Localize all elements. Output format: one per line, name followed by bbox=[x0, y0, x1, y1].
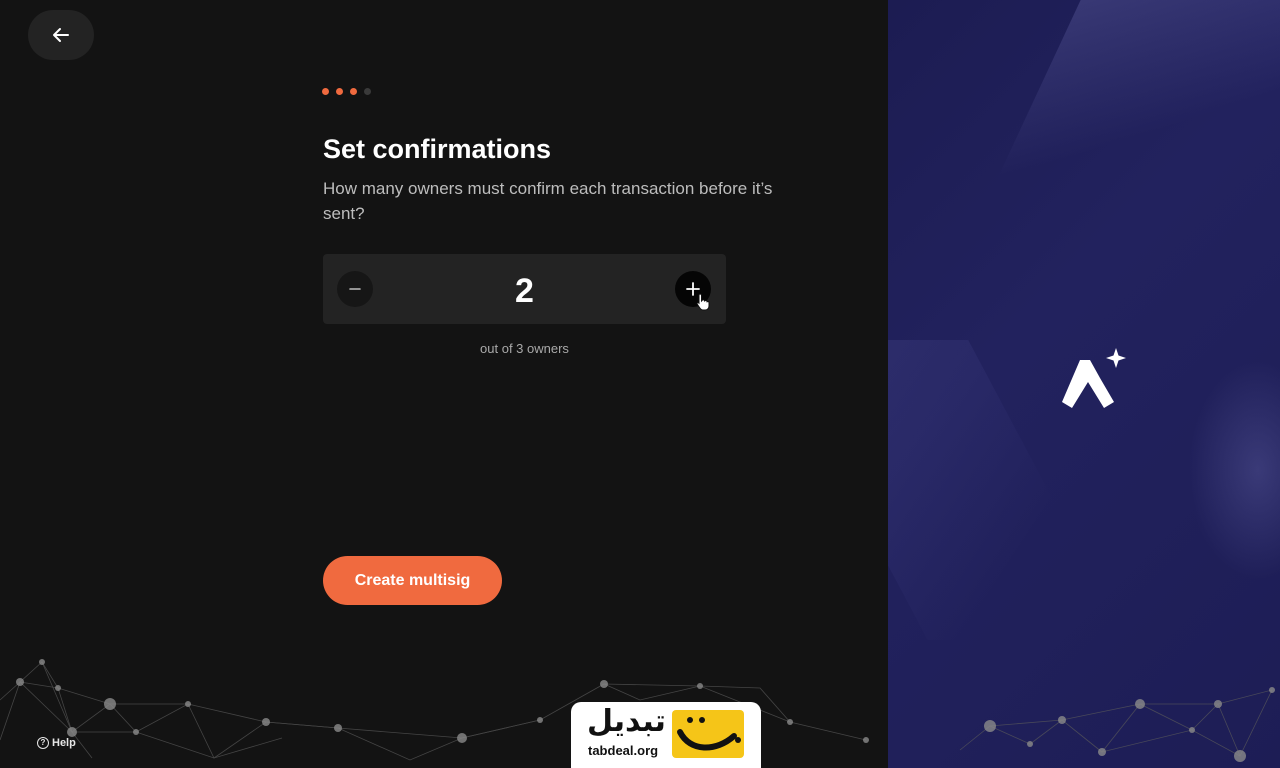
progress-steps bbox=[322, 88, 371, 95]
progress-dot bbox=[364, 88, 371, 95]
owners-caption: out of 3 owners bbox=[480, 341, 569, 356]
question-circle-icon: ? bbox=[37, 737, 49, 749]
help-link[interactable]: ? Help bbox=[37, 737, 76, 749]
watermark-logo: تبدیل tabdeal.org bbox=[571, 702, 761, 768]
watermark-text-en: tabdeal.org bbox=[588, 743, 659, 758]
progress-dot bbox=[322, 88, 329, 95]
progress-dot bbox=[336, 88, 343, 95]
hand-cursor-icon bbox=[696, 293, 710, 311]
confirmations-value: 2 bbox=[515, 272, 534, 310]
progress-dot bbox=[350, 88, 357, 95]
page-subtitle: How many owners must confirm each transa… bbox=[323, 179, 773, 223]
watermark-text-fa: تبدیل bbox=[587, 704, 666, 739]
help-label: Help bbox=[52, 737, 76, 749]
sparkle-logo-icon bbox=[1062, 348, 1126, 408]
watermark-badge bbox=[672, 710, 744, 758]
create-multisig-button[interactable]: Create multisig bbox=[323, 556, 502, 605]
confirmations-stepper: 2 bbox=[323, 254, 726, 324]
page-title: Set confirmations bbox=[323, 134, 552, 164]
back-button[interactable] bbox=[28, 10, 94, 60]
arrow-left-icon bbox=[53, 28, 69, 42]
